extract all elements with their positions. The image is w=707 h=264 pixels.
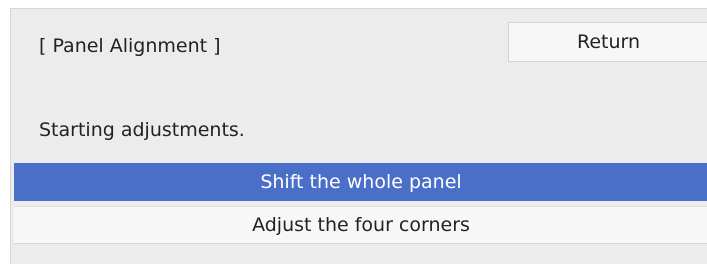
dialog-title: [ Panel Alignment ] xyxy=(39,35,221,57)
option-adjust-four-corners[interactable]: Adjust the four corners xyxy=(14,206,707,244)
panel-alignment-dialog: [ Panel Alignment ] Return Starting adju… xyxy=(10,8,707,264)
option-shift-whole-panel[interactable]: Shift the whole panel xyxy=(14,163,707,201)
return-button[interactable]: Return xyxy=(508,22,707,62)
status-message: Starting adjustments. xyxy=(39,119,245,141)
